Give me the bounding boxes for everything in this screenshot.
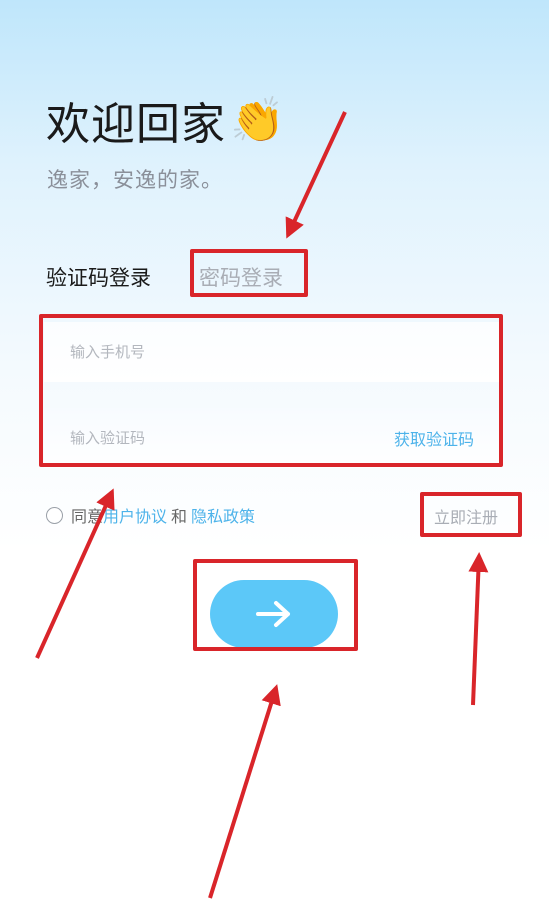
- agree-conjunction: 和: [171, 507, 188, 526]
- phone-field-row: [44, 322, 500, 382]
- user-agreement-link[interactable]: 用户协议: [103, 503, 167, 527]
- privacy-policy-link[interactable]: 隐私政策: [191, 503, 255, 527]
- tab-sms-login[interactable]: 验证码登录: [46, 262, 151, 292]
- arrow-to-submit: [208, 684, 281, 899]
- submit-button[interactable]: [210, 580, 338, 648]
- clapping-hands-icon: 👏: [230, 95, 286, 146]
- page-subtitle: 逸家，安逸的家。: [47, 168, 223, 192]
- agree-radio[interactable]: [46, 506, 63, 524]
- phone-input[interactable]: [70, 343, 330, 361]
- agreement-row: 同意 用户协议 和 隐私政策: [46, 503, 255, 527]
- arrow-to-register: [468, 552, 489, 706]
- arrow-to-password-tab: [285, 111, 347, 239]
- title-text: 欢迎回家: [46, 99, 226, 150]
- verification-code-input[interactable]: [70, 429, 330, 447]
- register-link[interactable]: 立即注册: [434, 504, 498, 528]
- get-code-button[interactable]: 获取验证码: [394, 426, 474, 450]
- tab-password-login[interactable]: 密码登录: [199, 262, 283, 292]
- code-field-row: 获取验证码: [44, 408, 500, 468]
- arrow-right-icon: [256, 601, 290, 627]
- agree-prefix: 同意: [71, 507, 104, 526]
- page-title: 欢迎回家 👏: [46, 88, 286, 152]
